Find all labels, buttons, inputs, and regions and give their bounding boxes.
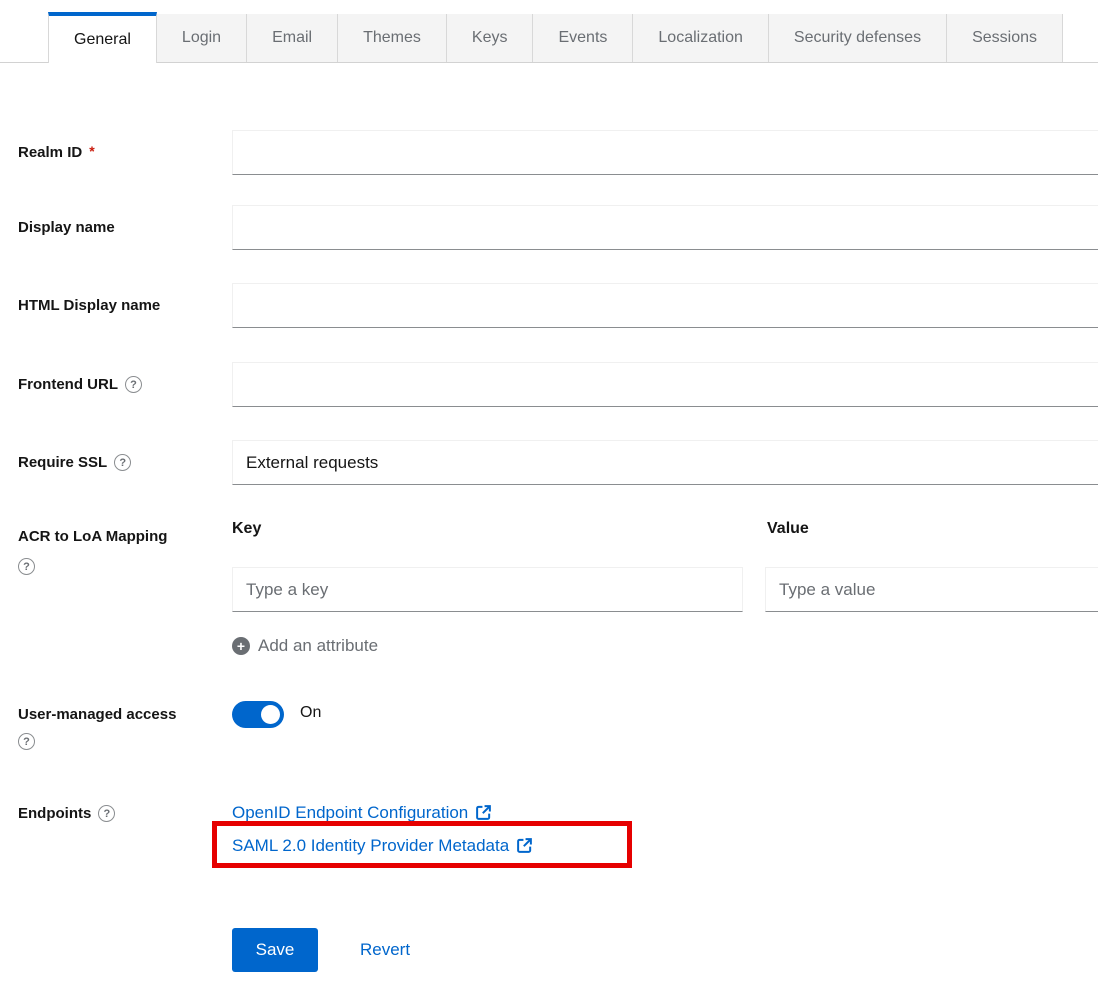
html-display-name-label: HTML Display name xyxy=(18,283,223,328)
acr-value-input[interactable] xyxy=(765,567,1098,612)
require-ssl-label-text: Require SSL xyxy=(18,454,107,471)
tab-keys[interactable]: Keys xyxy=(447,14,534,62)
add-attribute-button[interactable]: + Add an attribute xyxy=(232,636,378,656)
revert-link[interactable]: Revert xyxy=(360,940,410,960)
tab-localization[interactable]: Localization xyxy=(633,14,769,62)
tab-security-defenses[interactable]: Security defenses xyxy=(769,14,947,62)
tab-label: General xyxy=(74,31,131,49)
realm-id-input[interactable] xyxy=(232,130,1098,175)
user-managed-access-label-text: User-managed access xyxy=(18,706,176,723)
frontend-url-label-text: Frontend URL xyxy=(18,376,118,393)
external-link-icon xyxy=(475,804,492,821)
help-icon[interactable]: ? xyxy=(125,376,142,393)
add-attribute-label: Add an attribute xyxy=(258,636,378,656)
tab-login[interactable]: Login xyxy=(157,14,247,62)
external-link-icon xyxy=(516,837,533,854)
acr-value-header: Value xyxy=(767,520,809,538)
tab-label: Localization xyxy=(658,29,743,47)
help-icon[interactable]: ? xyxy=(18,733,35,750)
html-display-name-input[interactable] xyxy=(232,283,1098,328)
acr-mapping-label: ACR to LoA Mapping xyxy=(18,528,167,545)
link-text: OpenID Endpoint Configuration xyxy=(232,803,468,823)
endpoint-links: OpenID Endpoint Configuration SAML 2.0 I… xyxy=(232,796,533,862)
required-indicator: * xyxy=(89,143,94,159)
toggle-knob xyxy=(261,705,280,724)
display-name-label: Display name xyxy=(18,205,223,250)
acr-key-header: Key xyxy=(232,520,261,538)
openid-endpoint-configuration-link[interactable]: OpenID Endpoint Configuration xyxy=(232,796,533,829)
tab-label: Security defenses xyxy=(794,29,921,47)
tab-label: Sessions xyxy=(972,29,1037,47)
tab-events[interactable]: Events xyxy=(533,14,633,62)
saml-identity-provider-metadata-link[interactable]: SAML 2.0 Identity Provider Metadata xyxy=(232,829,533,862)
help-icon[interactable]: ? xyxy=(98,805,115,822)
tab-bar: General Login Email Themes Keys Events L… xyxy=(0,12,1098,63)
frontend-url-input[interactable] xyxy=(232,362,1098,407)
link-text: SAML 2.0 Identity Provider Metadata xyxy=(232,836,509,856)
tab-label: Login xyxy=(182,29,221,47)
tab-label: Themes xyxy=(363,29,421,47)
user-managed-access-label: User-managed access xyxy=(18,706,176,723)
realm-id-label-text: Realm ID xyxy=(18,144,82,161)
tab-themes[interactable]: Themes xyxy=(338,14,447,62)
html-display-name-label-text: HTML Display name xyxy=(18,297,160,314)
tab-label: Email xyxy=(272,29,312,47)
plus-circle-icon: + xyxy=(232,637,250,655)
frontend-url-label: Frontend URL ? xyxy=(18,362,223,407)
tab-general[interactable]: General xyxy=(48,12,157,63)
help-icon[interactable]: ? xyxy=(18,558,35,575)
realm-settings-page: General Login Email Themes Keys Events L… xyxy=(0,0,1098,997)
help-icon[interactable]: ? xyxy=(114,454,131,471)
display-name-input[interactable] xyxy=(232,205,1098,250)
tab-email[interactable]: Email xyxy=(247,14,338,62)
acr-key-input[interactable] xyxy=(232,567,743,612)
display-name-label-text: Display name xyxy=(18,219,115,236)
require-ssl-selected-value: External requests xyxy=(246,453,378,473)
require-ssl-label: Require SSL ? xyxy=(18,440,223,485)
save-button[interactable]: Save xyxy=(232,928,318,972)
tab-label: Events xyxy=(558,29,607,47)
acr-mapping-label-text: ACR to LoA Mapping xyxy=(18,528,167,545)
endpoints-label: Endpoints ? xyxy=(18,805,115,822)
tab-label: Keys xyxy=(472,29,508,47)
require-ssl-select[interactable]: External requests xyxy=(232,440,1098,485)
toggle-state-label: On xyxy=(300,704,321,722)
user-managed-access-toggle[interactable] xyxy=(232,701,284,728)
endpoints-label-text: Endpoints xyxy=(18,805,91,822)
realm-id-label: Realm ID * xyxy=(18,130,223,175)
tab-sessions[interactable]: Sessions xyxy=(947,14,1063,62)
